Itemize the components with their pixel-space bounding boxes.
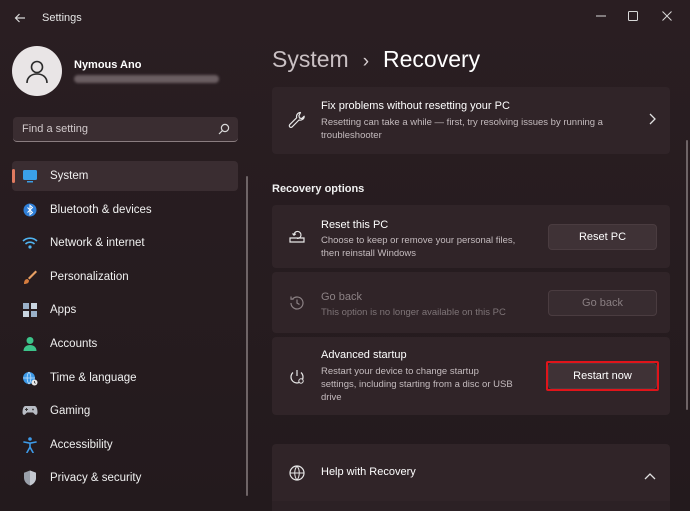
help-with-recovery-title: Help with Recovery <box>321 466 416 478</box>
sidebar-item-label: System <box>50 170 89 182</box>
go-back-card: Go back This option is no longer availab… <box>272 272 670 333</box>
fix-problems-title: Fix problems without resetting your PC <box>321 100 510 112</box>
user-profile[interactable]: Nymous Ano <box>12 46 252 96</box>
search-input[interactable] <box>13 117 208 141</box>
sidebar-item-personalization[interactable]: Personalization <box>12 262 238 292</box>
chevron-right-icon[interactable] <box>648 112 656 130</box>
brush-icon <box>22 269 38 285</box>
page-title: Recovery <box>383 46 481 72</box>
reset-pc-desc-line1: Choose to keep or remove your personal f… <box>321 235 516 246</box>
sidebar-item-apps[interactable]: Apps <box>12 295 238 325</box>
sidebar-item-system[interactable]: System <box>12 161 238 191</box>
go-back-title: Go back <box>321 291 362 303</box>
advanced-startup-icon <box>287 367 307 387</box>
person-icon <box>26 60 48 84</box>
maximize-button[interactable] <box>616 4 650 28</box>
main-scrollbar[interactable] <box>686 140 688 410</box>
apps-icon <box>22 302 38 318</box>
chevron-up-icon[interactable] <box>644 467 656 485</box>
user-email-blurred <box>74 75 219 83</box>
fix-problems-desc-line2: troubleshooter <box>321 130 382 141</box>
sidebar-item-accounts[interactable]: Accounts <box>12 329 238 359</box>
sidebar-item-label: Accounts <box>50 337 98 350</box>
history-icon <box>287 293 307 313</box>
bluetooth-icon <box>22 202 38 218</box>
sidebar-item-bluetooth[interactable]: Bluetooth & devices <box>12 195 238 225</box>
advanced-startup-title: Advanced startup <box>321 349 407 361</box>
go-back-button: Go back <box>548 290 657 316</box>
reset-pc-card: Reset this PC Choose to keep or remove y… <box>272 205 670 268</box>
sidebar-item-accessibility[interactable]: Accessibility <box>12 430 238 460</box>
close-button[interactable] <box>650 4 684 28</box>
title-bar: Settings <box>0 0 690 36</box>
sidebar-scrollbar[interactable] <box>246 176 248 496</box>
accessibility-icon <box>22 436 38 453</box>
avatar[interactable] <box>12 46 62 96</box>
arrow-left-icon <box>14 13 25 23</box>
wifi-icon <box>22 235 38 251</box>
close-icon <box>662 11 672 21</box>
sidebar-nav: System Bluetooth & devices Network & int… <box>12 161 238 497</box>
search-box[interactable] <box>13 117 238 142</box>
fix-problems-desc-line1: Resetting can take a while — first, try … <box>321 117 603 128</box>
sidebar-item-label: Apps <box>50 304 77 317</box>
shield-icon <box>22 470 38 486</box>
search-icon[interactable] <box>218 122 230 140</box>
sidebar-item-label: Network & internet <box>50 237 145 250</box>
advanced-startup-card: Advanced startup Restart your device to … <box>272 337 670 415</box>
reset-pc-title: Reset this PC <box>321 219 389 231</box>
recovery-options-heading: Recovery options <box>272 183 365 195</box>
sidebar-item-label: Time & language <box>50 371 137 384</box>
breadcrumb-separator: › <box>362 51 370 72</box>
minimize-icon <box>596 15 606 17</box>
sidebar-item-label: Personalization <box>50 270 129 283</box>
wrench-icon <box>287 110 307 130</box>
app-title: Settings <box>42 12 82 24</box>
sidebar-item-time-language[interactable]: Time & language <box>12 363 238 393</box>
reset-pc-desc-line2: then reinstall Windows <box>321 248 417 259</box>
advanced-startup-desc-line3: drive <box>321 392 342 403</box>
globe-icon <box>287 463 307 483</box>
reset-pc-button[interactable]: Reset PC <box>548 224 657 250</box>
breadcrumb-parent[interactable]: System <box>272 46 349 73</box>
sidebar-item-label: Accessibility <box>50 438 113 451</box>
person-icon <box>22 336 38 352</box>
user-name: Nymous Ano <box>74 59 142 71</box>
go-back-desc: This option is no longer available on th… <box>321 307 506 318</box>
sidebar-item-network[interactable]: Network & internet <box>12 228 238 258</box>
back-button[interactable] <box>8 6 32 30</box>
sidebar-item-label: Bluetooth & devices <box>50 203 152 216</box>
help-with-recovery-card[interactable]: Help with Recovery <box>272 444 670 501</box>
advanced-startup-desc-line1: Restart your device to change startup <box>321 366 479 377</box>
highlight-box <box>546 361 659 391</box>
maximize-icon <box>628 11 638 21</box>
monitor-icon <box>22 168 38 184</box>
breadcrumb: System › Recovery <box>272 46 480 76</box>
help-card-expanded-area <box>272 501 670 511</box>
sidebar-item-label: Gaming <box>50 405 91 418</box>
fix-problems-card[interactable]: Fix problems without resetting your PC R… <box>272 87 670 154</box>
sidebar-item-gaming[interactable]: Gaming <box>12 396 238 426</box>
settings-window: Settings Nymous Ano System <box>0 0 690 511</box>
advanced-startup-desc-line2: settings, including starting from a disc… <box>321 379 513 390</box>
globe-clock-icon <box>22 370 38 386</box>
reset-pc-icon <box>287 227 307 247</box>
sidebar-item-privacy-security[interactable]: Privacy & security <box>12 463 238 493</box>
minimize-button[interactable] <box>584 4 618 28</box>
gamepad-icon <box>22 403 38 419</box>
sidebar-item-label: Privacy & security <box>50 472 142 485</box>
